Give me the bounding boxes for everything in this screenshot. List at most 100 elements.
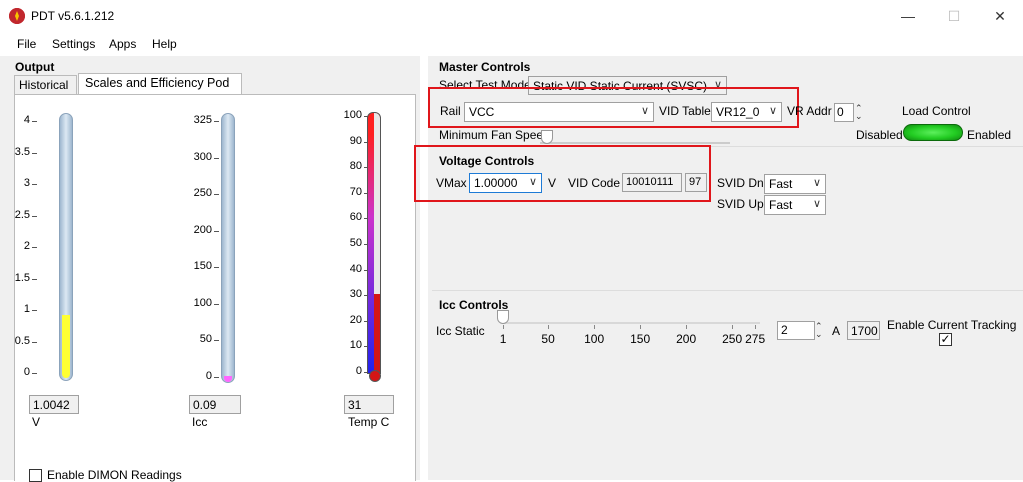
temperature-readout: 31	[344, 395, 394, 414]
temperature-tick-label: 20	[349, 313, 362, 326]
icc-tick-mark	[548, 325, 549, 329]
chevron-down-icon: ∨	[528, 176, 537, 188]
gauge-tube	[59, 113, 73, 381]
gauge-tube	[221, 113, 235, 383]
current-tracking-label: Enable Current Tracking	[887, 318, 1017, 332]
icc-tick-label: 275	[745, 332, 766, 346]
temperature-tick-label: 80	[349, 160, 362, 173]
icc-slider-thumb[interactable]	[497, 310, 509, 324]
voltage-controls-title: Voltage Controls	[439, 154, 535, 168]
thermometer-empty	[374, 113, 380, 294]
svid-up-value: Fast	[769, 198, 793, 212]
gauge-fill	[62, 314, 70, 378]
current-unit-label: Icc	[192, 415, 208, 429]
gauge-tick-mark	[214, 230, 219, 232]
gauge-tick-label: 1.5	[14, 271, 30, 284]
gauge-tick-label: 100	[193, 296, 212, 309]
svid-dn-label: SVID Dn	[717, 176, 764, 190]
temperature-tick-label: 30	[349, 288, 362, 301]
gauge-tick-label: 0.5	[14, 334, 30, 347]
chevron-down-icon: ∨	[768, 105, 777, 117]
icc-tick-label: 250	[722, 332, 743, 346]
icc-spinner[interactable]: ⌃ ⌄	[815, 322, 823, 339]
thermometer-tube	[367, 112, 381, 374]
vid-code-binary: 10010111	[622, 173, 682, 192]
gauge-tick-label: 4	[23, 114, 30, 126]
gauge-tick-mark	[214, 377, 219, 378]
icc-tick-mark	[686, 325, 687, 329]
current-tracking-checkbox[interactable]: ✓	[939, 333, 952, 346]
gauge-tick-mark	[32, 278, 37, 280]
thermometer-mercury	[374, 293, 380, 373]
current-readout: 0.09	[189, 395, 241, 414]
load-disabled-label: Disabled	[856, 128, 903, 142]
icc-static-input[interactable]: 2	[777, 321, 815, 340]
output-title: Output	[15, 60, 55, 74]
rail-label: Rail	[440, 104, 461, 118]
menu-file[interactable]: File	[17, 37, 36, 51]
icc-tick-mark	[732, 325, 733, 329]
vr-addr-input[interactable]: 0	[834, 103, 854, 122]
vr-addr-label: VR Addr	[787, 104, 832, 118]
menu-help[interactable]: Help	[152, 37, 177, 51]
chevron-down-icon: ∨	[812, 198, 821, 210]
vid-code-label: VID Code	[568, 176, 621, 190]
gauge-tick-label: 0	[23, 366, 30, 378]
gauge-tick-mark	[214, 340, 219, 342]
fan-speed-label: Minimum Fan Speed:	[439, 128, 554, 142]
menu-apps[interactable]: Apps	[109, 37, 136, 51]
tab-historical[interactable]: Historical	[14, 75, 77, 94]
gauge-tick-label: 2.5	[14, 208, 30, 221]
menu-settings[interactable]: Settings	[52, 37, 95, 51]
master-controls-title: Master Controls	[439, 60, 531, 74]
gauge-tick-mark	[32, 341, 37, 343]
vid-table-label: VID Table	[659, 104, 711, 118]
voltage-unit-label: V	[32, 415, 41, 429]
icc-tick-label: 1	[499, 332, 507, 346]
gauge-tick-mark	[214, 267, 219, 269]
gauge-tick-mark	[214, 194, 219, 196]
icc-slider-track	[502, 322, 760, 324]
icc-readout: 1700	[847, 321, 880, 340]
temperature-tick-label: 90	[349, 134, 362, 147]
gauge-tick-mark	[214, 303, 219, 305]
icc-unit: A	[832, 324, 841, 338]
gauge-tick-mark	[214, 121, 219, 122]
gauge-tick-mark	[32, 184, 37, 185]
temperature-tick-label: 70	[349, 185, 362, 198]
vid-code-hex: 97	[685, 173, 707, 192]
gauge-tick-mark	[32, 247, 37, 248]
vid-table-select[interactable]: VR12_0 ∨	[711, 102, 782, 122]
gauge-tick-label: 325	[193, 114, 212, 126]
icc-static-label: Icc Static	[436, 324, 485, 338]
dimon-checkbox[interactable]	[29, 469, 42, 482]
vr-addr-spinner[interactable]: ⌃ ⌄	[855, 104, 863, 121]
vmax-unit: V	[548, 176, 557, 190]
temperature-tick-label: 10	[349, 339, 362, 352]
app-logo-icon	[9, 8, 25, 24]
divider	[432, 290, 1023, 291]
rail-select[interactable]: VCC ∨	[464, 102, 654, 122]
load-control-toggle[interactable]	[903, 124, 963, 141]
svid-dn-select[interactable]: Fast ∨	[764, 174, 826, 194]
gauge-fill	[224, 376, 232, 382]
vmax-select[interactable]: 1.00000 ∨	[469, 173, 542, 193]
minimize-button[interactable]: —	[885, 0, 931, 32]
gauge-tick-mark	[32, 152, 37, 154]
svid-up-select[interactable]: Fast ∨	[764, 195, 826, 215]
chevron-down-icon: ∨	[640, 105, 649, 117]
icc-tick-label: 150	[630, 332, 651, 346]
fan-speed-slider[interactable]	[541, 130, 553, 144]
chevron-down-icon: ∨	[812, 177, 821, 189]
svid-up-label: SVID Up	[717, 197, 764, 211]
gauge-tick-label: 300	[193, 150, 212, 163]
close-button[interactable]: ✕	[977, 0, 1023, 32]
tab-scales-efficiency[interactable]: Scales and Efficiency Pod	[78, 73, 242, 94]
gauge-tick-label: 0	[205, 370, 212, 382]
icc-tick-mark	[640, 325, 641, 329]
gauge-tick-label: 50	[199, 333, 212, 346]
icc-tick-mark	[594, 325, 595, 329]
temperature-tick-label: 100	[343, 109, 362, 121]
maximize-button[interactable]: ☐	[931, 0, 977, 32]
vmax-label: VMax	[436, 176, 467, 190]
